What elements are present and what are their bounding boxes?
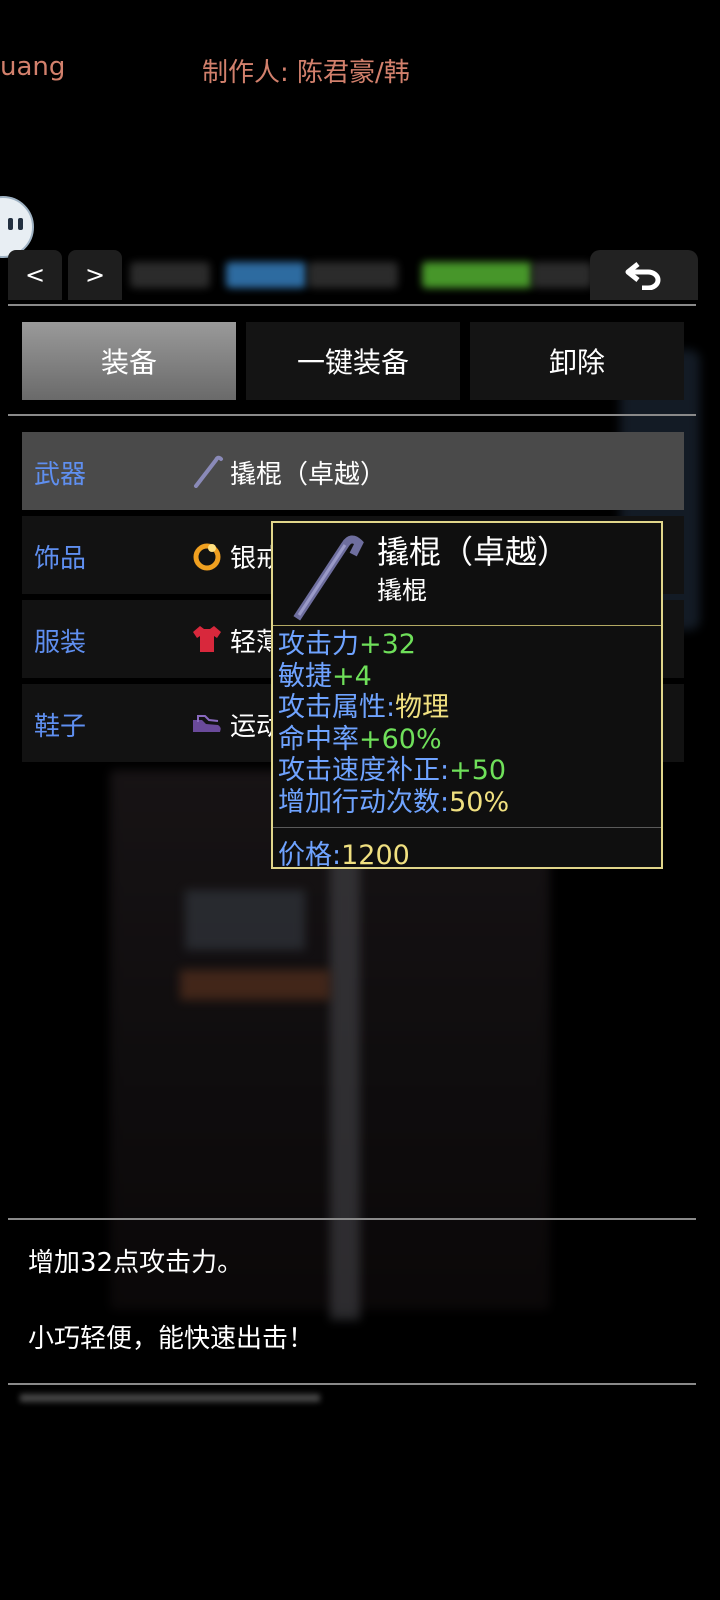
return-arrow-icon bbox=[625, 262, 661, 290]
credits-left-text: uang bbox=[0, 52, 66, 82]
tooltip-subtitle: 撬棍 bbox=[377, 576, 428, 605]
slot-label: 服装 bbox=[34, 628, 87, 658]
divider bbox=[8, 1218, 696, 1220]
stat-extra-actions: 增加行动次数:50% bbox=[278, 787, 509, 819]
tab-auto-equip[interactable]: 一键装备 bbox=[246, 322, 460, 400]
divider bbox=[8, 304, 696, 306]
stat-attack-speed: 攻击速度补正:+50 bbox=[278, 755, 509, 787]
prev-button[interactable]: < bbox=[8, 250, 62, 300]
item-description-line: 增加32点攻击力。 bbox=[28, 1248, 244, 1278]
price-label: 价格: bbox=[278, 840, 342, 871]
stat-name: 敏捷 bbox=[278, 660, 332, 692]
status-bar-blurred bbox=[532, 262, 592, 288]
crowbar-icon bbox=[293, 535, 364, 621]
action-tabs: 装备 一键装备 卸除 bbox=[22, 322, 684, 402]
stat-value: 50% bbox=[449, 786, 510, 818]
stat-value: +32 bbox=[359, 629, 416, 660]
stat-attack: 攻击力+32 bbox=[278, 629, 509, 661]
background-scene-box bbox=[180, 970, 330, 1000]
tooltip-divider bbox=[273, 827, 661, 828]
tooltip-price: 价格:1200 bbox=[278, 833, 410, 872]
ring-icon bbox=[193, 543, 221, 571]
credits-producer-text: 制作人: 陈君豪/韩 bbox=[202, 58, 410, 88]
next-button[interactable]: > bbox=[68, 250, 122, 300]
tab-unequip[interactable]: 卸除 bbox=[470, 322, 684, 400]
stat-attack-type: 攻击属性:物理 bbox=[278, 692, 509, 724]
slot-weapon[interactable]: 武器 撬棍（卓越） bbox=[22, 432, 684, 510]
status-bar-blurred bbox=[226, 262, 306, 288]
tooltip-header: 撬棍（卓越） 撬棍 bbox=[273, 523, 661, 626]
item-description-line: 小巧轻便，能快速出击！ bbox=[28, 1324, 315, 1354]
status-bar-blurred bbox=[422, 262, 532, 288]
divider bbox=[8, 414, 696, 416]
background-scene-box bbox=[185, 890, 305, 950]
slot-label: 武器 bbox=[34, 460, 87, 490]
stat-name: 攻击属性: bbox=[278, 692, 396, 723]
price-value: 1200 bbox=[341, 840, 410, 871]
item-tooltip: 撬棍（卓越） 撬棍 攻击力+32 敏捷+4 攻击属性:物理 命中率+60% 攻击… bbox=[271, 521, 663, 872]
slot-item-name: 撬棍（卓越） bbox=[230, 460, 387, 490]
tooltip-stats: 攻击力+32 敏捷+4 攻击属性:物理 命中率+60% 攻击速度补正:+50 增… bbox=[278, 629, 509, 818]
top-toolbar: < > bbox=[8, 250, 698, 302]
stat-value: +4 bbox=[332, 660, 372, 692]
status-bar-blurred bbox=[130, 262, 210, 288]
avatar-icon[interactable] bbox=[0, 196, 34, 258]
slot-label: 鞋子 bbox=[34, 712, 87, 742]
stat-name: 攻击速度补正: bbox=[278, 755, 450, 786]
back-button[interactable] bbox=[590, 250, 698, 300]
credits-banner: uang 制作人: 陈君豪/韩 bbox=[0, 52, 720, 92]
stat-value: 物理 bbox=[395, 692, 450, 723]
stat-agility: 敏捷+4 bbox=[278, 661, 509, 693]
shoes-icon bbox=[193, 715, 221, 732]
tab-equip[interactable]: 装备 bbox=[22, 322, 236, 400]
stat-name: 命中率 bbox=[278, 723, 359, 755]
status-bar-blurred bbox=[308, 262, 398, 288]
shirt-icon bbox=[193, 626, 221, 652]
tooltip-title: 撬棍（卓越） bbox=[377, 533, 570, 571]
divider bbox=[8, 1383, 696, 1385]
bottom-fade-bar bbox=[20, 1394, 320, 1402]
crowbar-icon bbox=[194, 455, 223, 488]
stat-value: +60% bbox=[359, 723, 442, 755]
stat-hit-rate: 命中率+60% bbox=[278, 724, 509, 756]
slot-label: 饰品 bbox=[34, 544, 87, 574]
stat-value: +50 bbox=[449, 755, 507, 786]
stat-name: 增加行动次数: bbox=[278, 786, 450, 818]
stat-name: 攻击力 bbox=[278, 629, 359, 660]
